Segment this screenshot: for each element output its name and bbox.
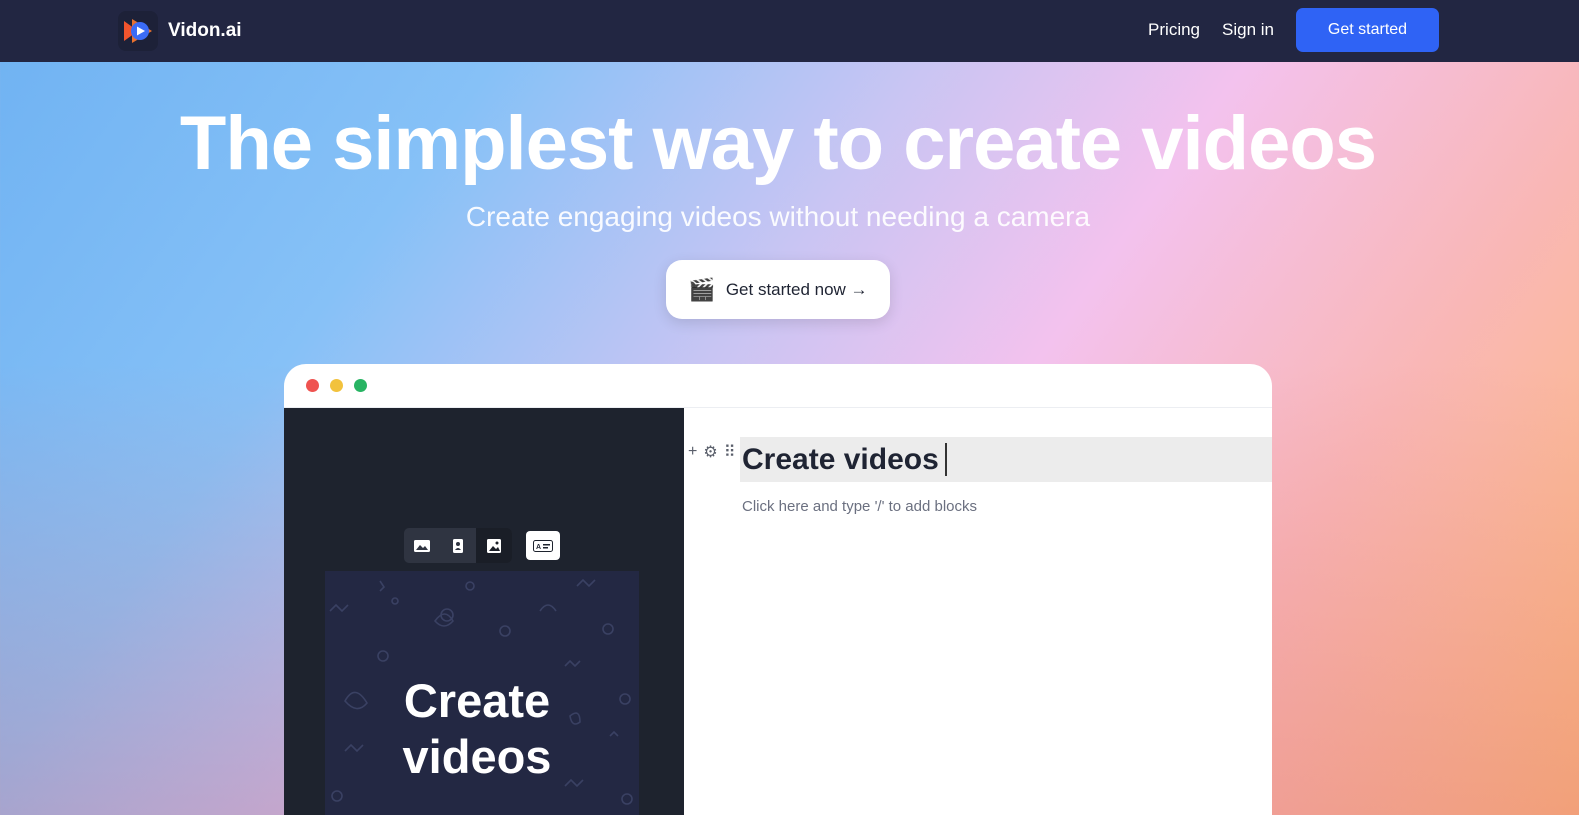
image-portrait-icon[interactable]	[440, 528, 476, 563]
hero-title: The simplest way to create videos	[179, 101, 1377, 186]
get-started-now-label: Get started now →	[725, 279, 868, 299]
editor-window-mockup: A Create videos + ⚙ ⠿ Create videos Clic…	[284, 364, 1272, 815]
clapperboard-icon: 🎬	[688, 276, 716, 302]
nav-link-sign-in[interactable]: Sign in	[1222, 20, 1274, 40]
gear-icon[interactable]: ⚙	[703, 442, 717, 462]
brand[interactable]: Vidon.ai	[118, 11, 242, 51]
add-block-placeholder[interactable]: Click here and type '/' to add blocks	[742, 498, 977, 515]
aspect-ratio-toolbar: A	[404, 528, 560, 563]
window-close-dot-icon	[306, 379, 319, 392]
preview-caption: Create videos	[402, 674, 552, 783]
get-started-now-button[interactable]: 🎬 Get started now →	[666, 260, 890, 319]
window-maximize-dot-icon	[354, 379, 367, 392]
window-minimize-dot-icon	[330, 379, 343, 392]
add-block-icon[interactable]: +	[688, 443, 697, 461]
heading-block-text[interactable]: Create videos	[742, 443, 939, 477]
hero-subtitle: Create engaging videos without needing a…	[465, 201, 1091, 232]
caption-icon[interactable]: A	[526, 531, 560, 560]
top-navbar: Vidon.ai Pricing Sign in Get started	[0, 0, 1579, 62]
drag-handle-icon[interactable]: ⠿	[724, 442, 736, 462]
heading-block[interactable]: Create videos	[740, 437, 1272, 482]
image-landscape-icon[interactable]	[404, 528, 440, 563]
image-square-icon[interactable]	[476, 528, 512, 563]
vidon-logo-icon	[118, 11, 158, 51]
video-frame-preview: Create videos	[325, 571, 639, 815]
script-editor-pane[interactable]: + ⚙ ⠿ Create videos Click here and type …	[684, 408, 1272, 815]
nav-link-pricing[interactable]: Pricing	[1148, 20, 1200, 40]
svg-text:A: A	[536, 544, 541, 551]
block-tools: + ⚙ ⠿	[688, 442, 741, 462]
video-preview-pane: A Create videos	[284, 408, 684, 815]
get-started-button[interactable]: Get started	[1296, 8, 1439, 52]
brand-name: Vidon.ai	[168, 20, 242, 41]
window-title-bar	[284, 364, 1272, 408]
text-caret	[944, 443, 947, 476]
